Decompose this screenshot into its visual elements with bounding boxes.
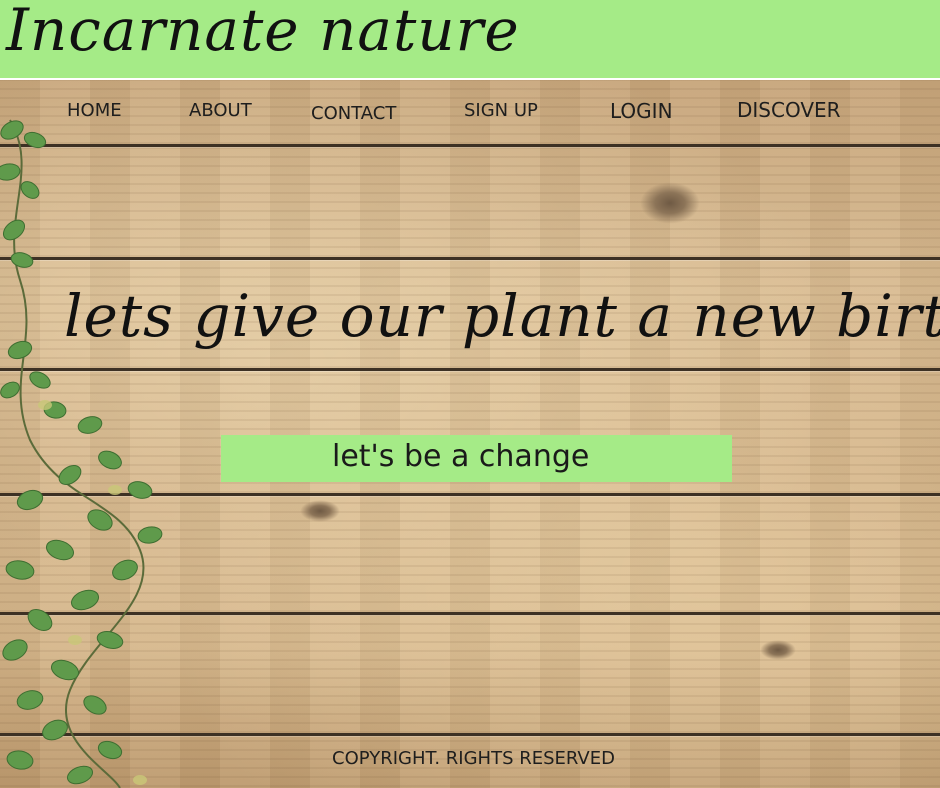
wood-plank: [0, 496, 940, 615]
nav-home[interactable]: HOME: [67, 100, 122, 121]
nav-about[interactable]: ABOUT: [189, 100, 252, 121]
wood-knot: [300, 500, 340, 522]
nav-sign-up[interactable]: SIGN UP: [464, 100, 538, 121]
site-logo-title[interactable]: Incarnate nature: [6, 0, 520, 64]
nav-contact[interactable]: CONTACT: [311, 103, 396, 124]
nav-login[interactable]: LOGIN: [610, 99, 673, 123]
cta-label: let's be a change: [332, 439, 590, 474]
wood-knot: [760, 640, 796, 660]
wood-plank: [0, 615, 940, 736]
hero-headline: lets give our plant a new birth: [64, 282, 940, 350]
wood-knot: [640, 182, 700, 224]
nav-discover[interactable]: DISCOVER: [737, 98, 841, 122]
wood-plank: [0, 147, 940, 260]
copyright-footer: COPYRIGHT. RIGHTS RESERVED: [332, 748, 615, 769]
change-cta-button[interactable]: let's be a change: [221, 435, 732, 482]
header-bar: Incarnate nature: [0, 0, 940, 80]
wood-background: [0, 80, 940, 788]
